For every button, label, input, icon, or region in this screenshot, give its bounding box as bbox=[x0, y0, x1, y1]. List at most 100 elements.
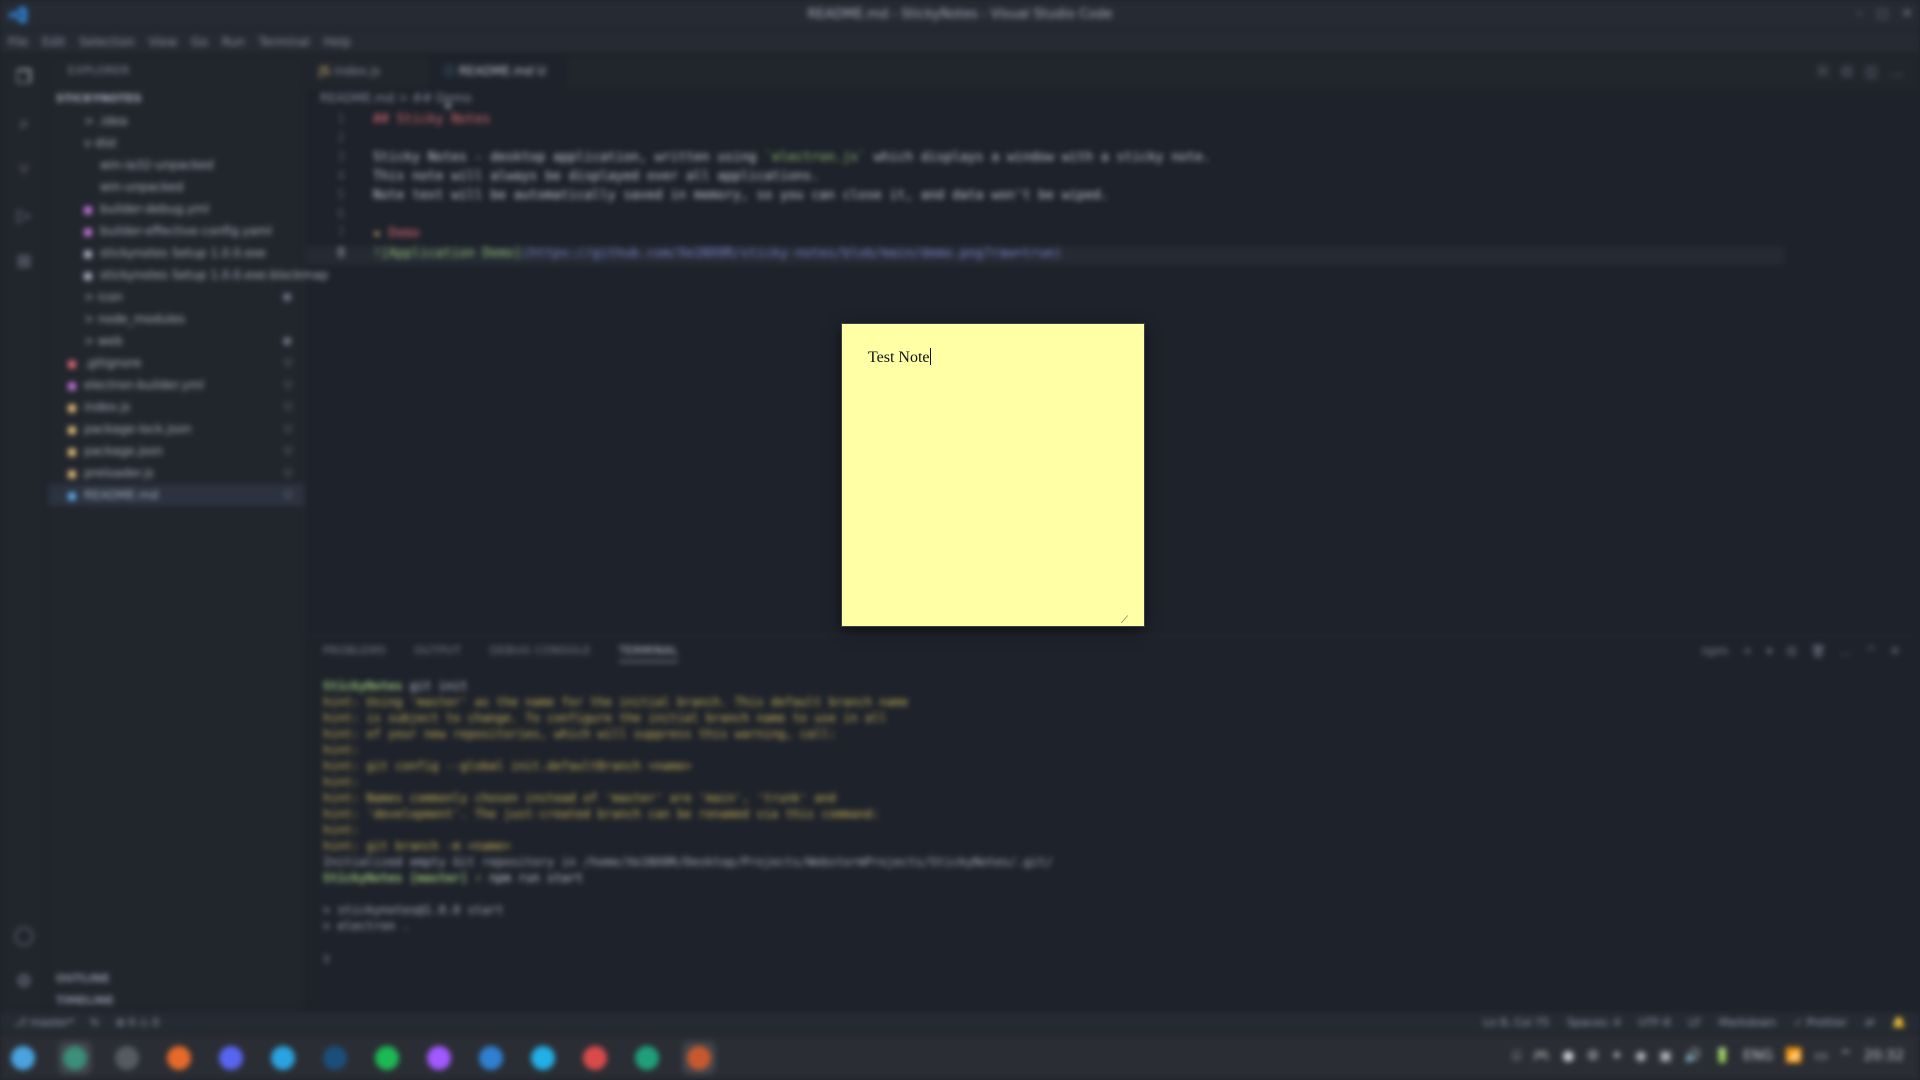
tree-item[interactable]: ■ stickynotes Setup 1.0.0.exe bbox=[48, 242, 304, 264]
tab-terminal[interactable]: TERMINAL bbox=[619, 644, 679, 662]
outline-section[interactable]: OUTLINE bbox=[48, 968, 304, 990]
tree-item[interactable]: > icon ● bbox=[48, 286, 304, 308]
tree-item[interactable]: ■ builder-effective-config.yaml bbox=[48, 220, 304, 242]
files-icon[interactable] bbox=[58, 1041, 92, 1075]
terminal-dropdown-icon[interactable]: ▾ bbox=[1767, 644, 1773, 658]
explorer-icon[interactable]: ❐ bbox=[12, 66, 36, 90]
tree-item[interactable]: ■ README.md U bbox=[48, 484, 304, 506]
close-window-button[interactable]: ✕ bbox=[1902, 6, 1912, 20]
libreoffice-icon[interactable] bbox=[630, 1041, 664, 1075]
tab-debug-console[interactable]: DEBUG CONSOLE bbox=[489, 644, 591, 662]
menu-file[interactable]: File bbox=[8, 35, 28, 49]
maximize-button[interactable]: □ bbox=[1877, 6, 1888, 20]
vscode-icon[interactable] bbox=[474, 1041, 508, 1075]
menu-view[interactable]: View bbox=[149, 35, 177, 49]
terminal-selector[interactable]: npm bbox=[1702, 644, 1729, 658]
tab-readme-md[interactable]: ⓘ README.md U ✕ bbox=[429, 54, 567, 113]
sticky-note-window[interactable]: Test Note ⟋ bbox=[842, 324, 1144, 626]
account-icon[interactable]: ◯ bbox=[12, 924, 36, 948]
start-menu-icon[interactable] bbox=[6, 1041, 40, 1075]
encoding[interactable]: UTF-8 bbox=[1639, 1016, 1671, 1029]
tray-icon[interactable]: 🎮 bbox=[1533, 1048, 1550, 1064]
tray-icon[interactable]: ▭ bbox=[1815, 1048, 1828, 1064]
tree-item[interactable]: v dist bbox=[48, 132, 304, 154]
tray-icon[interactable]: 🔊 bbox=[1684, 1048, 1701, 1064]
open-changes-icon[interactable]: ⎘ bbox=[1818, 64, 1829, 80]
tree-item[interactable]: ■ .gitignore U bbox=[48, 352, 304, 374]
trash-icon[interactable]: 🗑 bbox=[1811, 644, 1826, 658]
extensions-icon[interactable]: ⊞ bbox=[12, 250, 36, 274]
prettier-status[interactable]: ✓ Prettier bbox=[1794, 1016, 1847, 1029]
tray-icon[interactable]: 📶 bbox=[1785, 1048, 1802, 1064]
more-icon[interactable]: … bbox=[1840, 644, 1852, 658]
tray-icon[interactable]: ENG bbox=[1743, 1048, 1773, 1064]
source-control-icon[interactable]: ⑂ bbox=[12, 158, 36, 182]
maximize-panel-icon[interactable]: ^ bbox=[1866, 644, 1876, 658]
menu-selection[interactable]: Selection bbox=[79, 35, 134, 49]
search-icon[interactable]: ⌕ bbox=[12, 112, 36, 136]
minimize-button[interactable]: – bbox=[1857, 6, 1863, 20]
tab-problems[interactable]: PROBLEMS bbox=[323, 644, 386, 662]
tree-item[interactable]: win-unpacked bbox=[48, 176, 304, 198]
steam-icon[interactable] bbox=[318, 1041, 352, 1075]
menu-edit[interactable]: Edit bbox=[42, 35, 65, 49]
git-branch-status[interactable]: ⎇ master* bbox=[14, 1016, 74, 1029]
problems-status[interactable]: ⊗ 0 ⚠ 0 bbox=[116, 1016, 160, 1029]
sync-icon[interactable]: ↻ bbox=[90, 1016, 99, 1029]
tree-item[interactable]: > web ● bbox=[48, 330, 304, 352]
tree-item[interactable]: ■ electron-builder.yml U bbox=[48, 374, 304, 396]
menu-help[interactable]: Help bbox=[324, 35, 351, 49]
tab-index-js[interactable]: JS index.js bbox=[305, 54, 423, 89]
more-actions-icon[interactable]: … bbox=[1890, 64, 1904, 80]
notifications-icon[interactable]: 🔔 bbox=[1892, 1016, 1906, 1029]
spotify-icon[interactable] bbox=[370, 1041, 404, 1075]
tree-item[interactable]: ■ preloader.js U bbox=[48, 462, 304, 484]
tray-icon[interactable]: ◉ bbox=[1635, 1048, 1647, 1064]
tree-item[interactable]: ■ package.json U bbox=[48, 440, 304, 462]
telegram-icon[interactable] bbox=[266, 1041, 300, 1075]
indentation[interactable]: Spaces: 4 bbox=[1567, 1016, 1620, 1029]
discord-icon[interactable] bbox=[214, 1041, 248, 1075]
tree-item[interactable]: ■ package-lock.json U bbox=[48, 418, 304, 440]
calendar-icon[interactable] bbox=[578, 1041, 612, 1075]
tree-item[interactable]: win-ia32-unpacked bbox=[48, 154, 304, 176]
tree-item[interactable]: > node_modules bbox=[48, 308, 304, 330]
workspace-icon[interactable] bbox=[110, 1041, 144, 1075]
split-terminal-icon[interactable]: ⊟ bbox=[1787, 644, 1797, 658]
clock[interactable]: 20:32 bbox=[1864, 1048, 1904, 1064]
preview-icon[interactable]: ⊡ bbox=[1841, 64, 1853, 80]
stickynotes-app-icon[interactable] bbox=[682, 1041, 716, 1075]
line-ending[interactable]: LF bbox=[1689, 1016, 1701, 1029]
breadcrumb[interactable]: README.md > ## Demo bbox=[320, 91, 472, 105]
tray-icon[interactable]: ⚙ bbox=[1586, 1048, 1599, 1064]
figma-icon[interactable] bbox=[422, 1041, 456, 1075]
tray-icon[interactable]: ● bbox=[1562, 1048, 1574, 1064]
menu-go[interactable]: Go bbox=[191, 35, 208, 49]
run-debug-icon[interactable]: ▷ bbox=[12, 204, 36, 228]
live-share-icon[interactable]: ⇄ bbox=[1865, 1016, 1874, 1029]
cursor-position[interactable]: Ln 8, Col 75 bbox=[1484, 1016, 1550, 1029]
image-link[interactable]: (https://github.com/Xe1NX0R/sticky-notes… bbox=[522, 246, 1062, 261]
sticky-note-textarea[interactable]: Test Note bbox=[868, 348, 931, 367]
tray-icon[interactable]: ✦ bbox=[1611, 1048, 1623, 1064]
tray-icon[interactable]: 🔋 bbox=[1714, 1048, 1731, 1064]
new-terminal-button[interactable]: + bbox=[1742, 644, 1752, 658]
tab-output[interactable]: OUTPUT bbox=[414, 644, 461, 662]
tray-icon[interactable]: ^ bbox=[1840, 1048, 1852, 1064]
menu-run[interactable]: Run bbox=[222, 35, 245, 49]
resize-handle-icon[interactable]: ⟋ bbox=[1121, 615, 1128, 626]
tree-item[interactable]: ■ index.js U bbox=[48, 396, 304, 418]
tree-item[interactable]: ■ builder-debug.yml bbox=[48, 198, 304, 220]
terminal-output[interactable]: StickyNotes git init hint: Using 'master'… bbox=[323, 678, 1883, 966]
language-mode[interactable]: Markdown bbox=[1719, 1016, 1776, 1029]
firefox-icon[interactable] bbox=[162, 1041, 196, 1075]
tree-item[interactable]: > .idea bbox=[48, 110, 304, 132]
tray-icon[interactable]: ⌸ bbox=[1512, 1048, 1520, 1064]
timeline-section[interactable]: TIMELINE bbox=[48, 990, 304, 1012]
tree-item[interactable]: ■ stickynotes Setup 1.0.0.exe.blockmap bbox=[48, 264, 328, 286]
menu-terminal[interactable]: Terminal bbox=[259, 35, 310, 49]
close-panel-icon[interactable]: ✕ bbox=[1890, 644, 1900, 658]
project-root[interactable]: STICKYNOTES bbox=[48, 88, 304, 110]
webstorm-icon[interactable] bbox=[526, 1041, 560, 1075]
settings-gear-icon[interactable]: ⚙ bbox=[12, 970, 36, 994]
